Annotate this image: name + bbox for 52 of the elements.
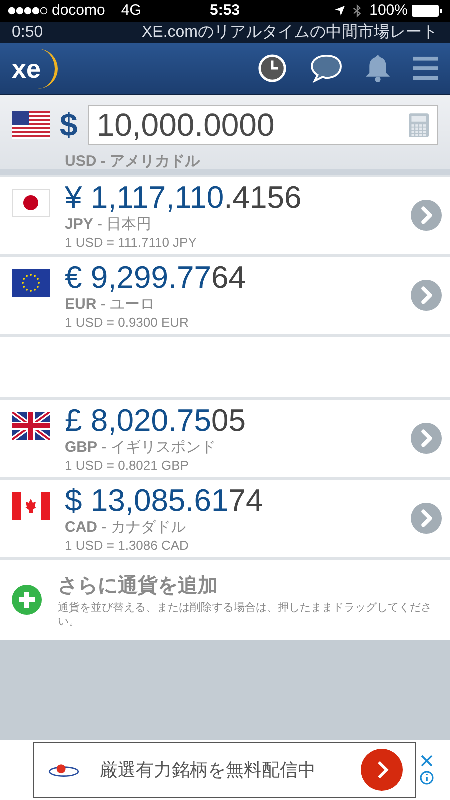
chat-icon[interactable]: [310, 54, 343, 83]
battery-icon: [412, 5, 442, 17]
carrier-text: docomo: [52, 0, 106, 21]
currency-name: JPY - 日本円: [65, 216, 153, 235]
close-icon[interactable]: [421, 755, 433, 767]
clock-text: 5:53: [210, 0, 240, 21]
converted-amount: € 9,299.7764: [65, 260, 248, 296]
chevron-icon[interactable]: [411, 200, 442, 231]
location-icon: [334, 6, 345, 16]
flag-icon: [12, 412, 50, 440]
network-text: 4G: [121, 0, 142, 21]
add-currency-title: さらに通貨を追加: [58, 574, 219, 599]
logo: xe: [12, 48, 58, 88]
amount-field[interactable]: 10,000.0000: [88, 105, 438, 145]
converted-amount: $ 13,085.6174: [65, 483, 264, 519]
currency-symbol: $: [60, 106, 78, 145]
reorder-hint: 通貨を並び替える、または削除する場合は、押したままドラッグしてください。: [58, 601, 433, 629]
add-currency-row[interactable]: さらに通貨を追加 通貨を並び替える、または削除する場合は、押したままドラッグしてください。: [0, 560, 450, 640]
ad-banner[interactable]: 厳選有力銘柄を無料配信中: [0, 740, 450, 800]
converted-amount: £ 8,020.7505: [65, 403, 248, 439]
currency-row[interactable]: $ 13,085.6174 CAD - カナダドル 1 USD = 1.3086 CAD: [0, 480, 450, 557]
currency-name: GBP - イギリスポンド: [65, 439, 217, 458]
chevron-icon[interactable]: [411, 503, 442, 534]
flag-icon: [12, 492, 50, 520]
signal-icon: [8, 7, 48, 15]
bell-icon[interactable]: [365, 54, 391, 83]
info-icon[interactable]: [420, 771, 434, 785]
base-currency-label: USD - アメリカドル: [65, 152, 202, 172]
bluetooth-icon: [352, 4, 362, 18]
chevron-icon[interactable]: [411, 280, 442, 311]
converted-amount: ¥ 1,117,110.4156: [65, 180, 303, 216]
exchange-rate: 1 USD = 0.8021 GBP: [65, 458, 190, 474]
flag-icon: [12, 111, 50, 139]
arrow-button-icon[interactable]: [361, 749, 403, 791]
battery-text: 100%: [370, 0, 408, 21]
currency-row[interactable]: ¥ 1,117,110.4156 JPY - 日本円 1 USD = 111.7110 JPY: [0, 177, 450, 254]
flag-icon: [12, 189, 50, 217]
ad-text: 厳選有力銘柄を無料配信中: [100, 758, 317, 782]
currency-row[interactable]: € 9,299.7764 EUR - ユーロ 1 USD = 0.9300 EUR: [0, 257, 450, 334]
flag-icon: [12, 269, 50, 297]
ticker-time: 0:50: [12, 22, 44, 42]
chevron-icon[interactable]: [411, 423, 442, 454]
exchange-rate: 1 USD = 1.3086 CAD: [65, 538, 190, 554]
exchange-rate: 1 USD = 0.9300 EUR: [65, 314, 190, 331]
menu-icon[interactable]: [413, 56, 438, 81]
currency-name: EUR - ユーロ: [65, 296, 156, 315]
add-icon[interactable]: [12, 585, 42, 615]
ticker-text: XE.comのリアルタイムの中間市場レート: [142, 22, 438, 42]
currency-name: CAD - カナダドル: [65, 519, 187, 538]
currency-row[interactable]: £ 8,020.7505 GBP - イギリスポンド 1 USD = 0.8021 GBP: [0, 400, 450, 477]
exchange-rate: 1 USD = 111.7110 JPY: [65, 234, 198, 251]
history-icon[interactable]: [257, 53, 288, 84]
